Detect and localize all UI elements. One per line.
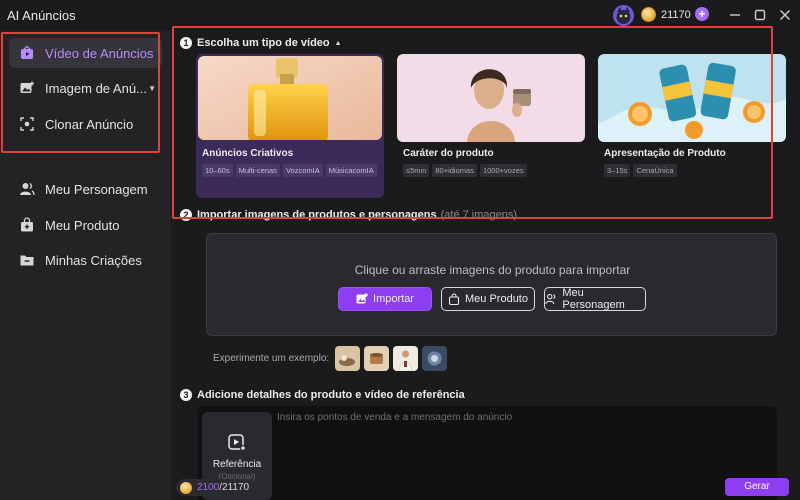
- step-number: 3: [180, 389, 192, 401]
- folder-icon: [19, 252, 35, 268]
- example-thumbnail[interactable]: [364, 346, 390, 371]
- coin-icon: [180, 481, 192, 494]
- ad-video-icon: [19, 45, 35, 61]
- main-panel: 1 Escolha um tipo de vídeo ▲ Anúncios Cr…: [171, 30, 800, 500]
- import-button[interactable]: Importar: [338, 287, 432, 311]
- sidebar-item-label: Meu Produto: [45, 217, 120, 233]
- title-bar: AI Anúncios 21170 +: [0, 0, 800, 30]
- ad-image-icon: [19, 80, 35, 96]
- tag: 80+idiomas: [432, 164, 477, 177]
- upload-dropzone[interactable]: Clique ou arraste imagens do produto par…: [206, 233, 777, 336]
- upload-instructions: Clique ou arraste imagens do produto par…: [354, 263, 631, 277]
- sidebar: Vídeo de Anúncios Imagem de Anú... ▼ Clo…: [0, 30, 171, 500]
- product-icon: [19, 217, 35, 233]
- tag: Multi-cenas: [235, 164, 280, 177]
- card-tags: 3–15s CenaÚnica: [604, 164, 780, 177]
- tag: MúsicacomIA: [325, 164, 377, 177]
- app-title: AI Anúncios: [7, 8, 76, 23]
- minimize-button[interactable]: [726, 6, 744, 24]
- bag-icon: [448, 293, 460, 305]
- tag: 1000+vozes: [479, 164, 527, 177]
- image-upload-icon: [356, 293, 369, 304]
- cans-thumbnail: [598, 54, 786, 142]
- tag: ≤5min: [403, 164, 430, 177]
- model-thumbnail: [397, 54, 585, 142]
- avatar[interactable]: [613, 5, 634, 26]
- sidebar-item-label: Clonar Anúncio: [45, 116, 134, 132]
- video-add-icon: [228, 434, 246, 451]
- perfume-thumbnail: [198, 56, 382, 140]
- sidebar-item-ad-video[interactable]: Vídeo de Anúncios: [9, 38, 162, 68]
- sidebar-item-ad-image[interactable]: Imagem de Anú... ▼: [9, 73, 162, 103]
- my-character-button[interactable]: Meu Personagem: [544, 287, 646, 311]
- import-label: Importar: [373, 293, 414, 305]
- sidebar-item-label: Meu Personagem: [45, 181, 148, 197]
- example-row: Experimente um exemplo:: [213, 346, 451, 371]
- video-type-card-product-presentation[interactable]: Apresentação de Produto 3–15s CenaÚnica: [598, 54, 786, 198]
- credits-used: 2100: [197, 482, 220, 493]
- maximize-icon: [754, 9, 766, 21]
- section-import-title: 2 Importar imagens de produtos e persona…: [180, 209, 517, 221]
- credits-total: /21170: [219, 482, 250, 493]
- example-thumbnail[interactable]: [422, 346, 448, 371]
- card-title: Apresentação de Produto: [604, 148, 726, 159]
- coin-balance: 21170: [661, 9, 691, 21]
- my-product-label: Meu Produto: [465, 293, 528, 305]
- my-character-label: Meu Personagem: [562, 287, 625, 311]
- sidebar-item-label: Vídeo de Anúncios: [45, 45, 154, 61]
- sidebar-item-label: Minhas Criações: [45, 252, 142, 268]
- sidebar-item-clone-ad[interactable]: Clonar Anúncio: [9, 109, 162, 139]
- sidebar-item-my-character[interactable]: Meu Personagem: [9, 174, 162, 204]
- person-icon: [545, 293, 556, 305]
- chevron-down-icon[interactable]: ▼: [148, 84, 156, 93]
- coin-icon: [641, 7, 656, 22]
- sidebar-item-my-product[interactable]: Meu Produto: [9, 210, 162, 240]
- reference-label: Referência: [212, 459, 262, 470]
- minimize-icon: [730, 14, 740, 16]
- video-type-card-product-character[interactable]: Caráter do produto ≤5min 80+idiomas 1000…: [397, 54, 585, 198]
- close-button[interactable]: [776, 6, 794, 24]
- step-number: 1: [180, 37, 192, 49]
- video-type-card-creative[interactable]: Anúncios Criativos 10–60s Multi-cenas Vo…: [196, 54, 384, 198]
- selling-points-input[interactable]: Insira os pontos de venda e a mensagem d…: [277, 412, 512, 423]
- example-thumbnail[interactable]: [393, 346, 419, 371]
- card-tags: ≤5min 80+idiomas 1000+vozes: [403, 164, 579, 177]
- sidebar-item-my-creations[interactable]: Minhas Criações: [9, 245, 162, 275]
- section-details-title: 3 Adicione detalhes do produto e vídeo d…: [180, 389, 465, 401]
- close-icon: [780, 10, 790, 20]
- credits-indicator: 2100 /21170: [176, 479, 257, 496]
- section-hint: (até 7 imagens): [440, 209, 518, 221]
- tag: 10–60s: [202, 164, 233, 177]
- tag: CenaÚnica: [633, 164, 677, 177]
- card-title: Anúncios Criativos: [202, 148, 294, 159]
- add-coins-button[interactable]: +: [695, 7, 709, 21]
- tag: VozcomIA: [282, 164, 323, 177]
- example-label: Experimente um exemplo:: [213, 353, 330, 364]
- person-icon: [19, 181, 35, 197]
- example-thumbnail[interactable]: [335, 346, 361, 371]
- card-title: Caráter do produto: [403, 148, 494, 159]
- step-number: 2: [180, 209, 192, 221]
- section-title-text: Importar imagens de produtos e personage…: [197, 209, 437, 221]
- clone-icon: [19, 116, 35, 132]
- my-product-button[interactable]: Meu Produto: [441, 287, 535, 311]
- generate-button[interactable]: Gerar: [725, 478, 789, 496]
- tag: 3–15s: [604, 164, 631, 177]
- section-title-text: Adicione detalhes do produto e vídeo de …: [197, 389, 465, 401]
- sidebar-item-label: Imagem de Anú...: [45, 80, 147, 96]
- bottom-bar: 2100 /21170 Gerar: [171, 474, 800, 500]
- section-title-text: Escolha um tipo de vídeo: [197, 37, 330, 49]
- chevron-up-icon[interactable]: ▲: [335, 40, 342, 47]
- maximize-button[interactable]: [751, 6, 769, 24]
- card-tags: 10–60s Multi-cenas VozcomIA MúsicacomIA: [202, 164, 378, 177]
- section-video-type-title[interactable]: 1 Escolha um tipo de vídeo ▲: [180, 37, 342, 49]
